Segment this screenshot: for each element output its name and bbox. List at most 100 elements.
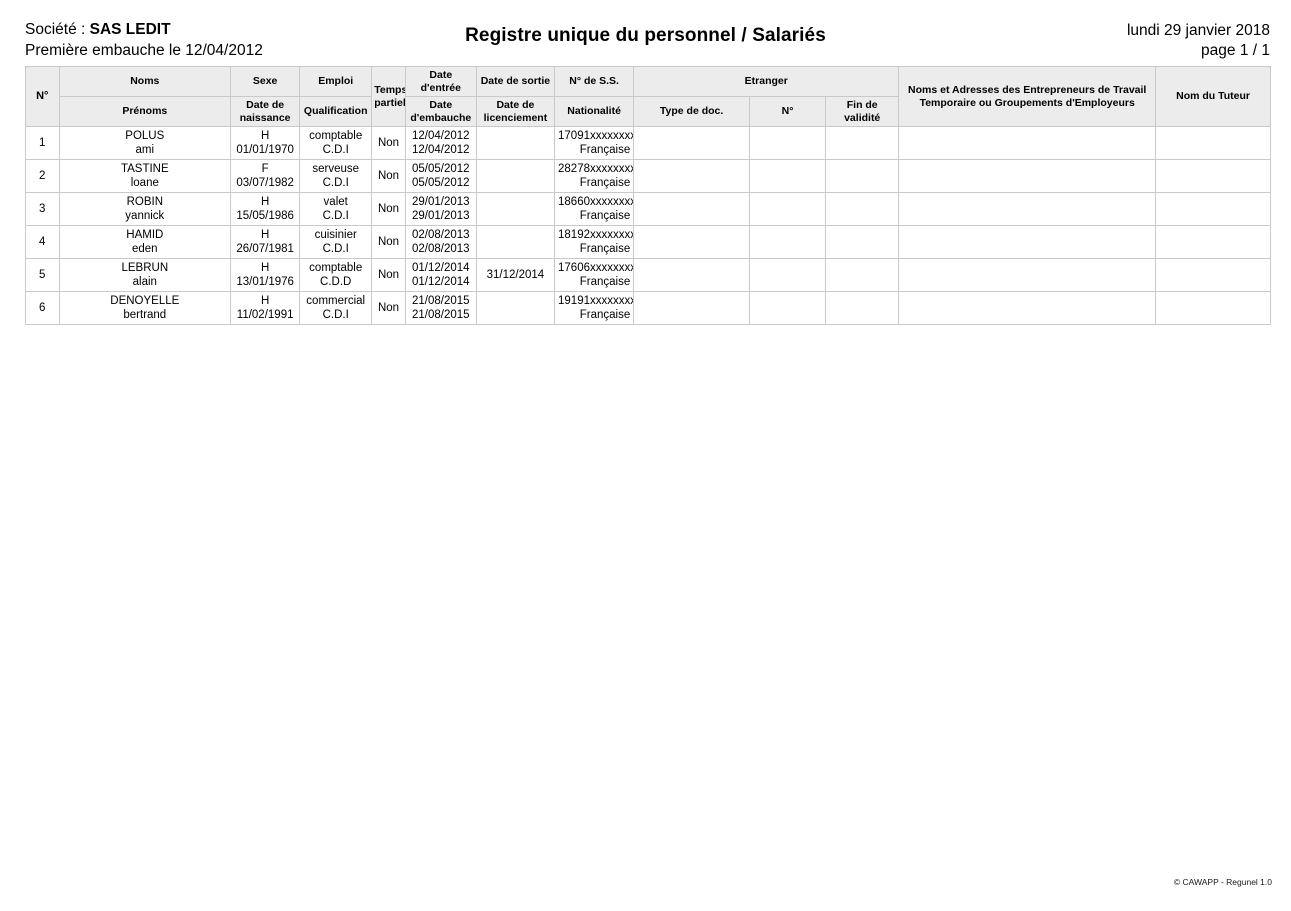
cell-entrepreneurs xyxy=(898,225,1157,259)
cell-sexe-naissance: H 01/01/1970 xyxy=(230,126,301,160)
cell-entrepreneurs xyxy=(898,291,1157,325)
cell-ss-nationalite-primary: 17091xxxxxxxx xyxy=(558,129,634,142)
cell-etranger-num xyxy=(748,159,827,193)
cell-ss-nationalite-secondary: Française xyxy=(579,210,631,222)
cell-ss-nationalite: 18192xxxxxxxx Française xyxy=(554,225,635,259)
cell-sexe-naissance-primary: H xyxy=(260,129,270,142)
page-meta: lundi 29 janvier 2018 page 1 / 1 xyxy=(1127,21,1270,61)
cell-sexe-naissance: H 15/05/1986 xyxy=(230,192,301,226)
cell-sexe-naissance: F 03/07/1982 xyxy=(230,159,301,193)
cell-nom-prenom: TASTINE loane xyxy=(58,159,232,193)
cell-date-entree-embauche-primary: 21/08/2015 xyxy=(412,294,470,307)
cell-ss-nationalite-primary: 17606xxxxxxxx xyxy=(558,261,634,274)
footer-copyright: © CAWAPP - Regunel 1.0 xyxy=(1173,877,1272,887)
cell-emploi-qualification: commercial C.D.I xyxy=(299,291,373,325)
cell-ss-nationalite: 17091xxxxxxxx Française xyxy=(554,126,635,160)
col-header-num: N° xyxy=(25,66,60,127)
cell-sexe-naissance-secondary: 15/05/1986 xyxy=(236,210,294,222)
cell-nom-prenom-secondary: ami xyxy=(135,144,155,156)
cell-entrepreneurs xyxy=(898,192,1157,226)
col-header-qualification: Qualification xyxy=(299,96,373,127)
cell-sexe-naissance-primary: H xyxy=(260,228,270,241)
cell-nom-prenom-secondary: loane xyxy=(130,177,159,189)
cell-nom-prenom-secondary: alain xyxy=(132,276,157,288)
cell-date-entree-embauche-secondary: 05/05/2012 xyxy=(412,177,470,189)
cell-nom-prenom: HAMID eden xyxy=(58,225,232,259)
col-header-etranger: Etranger xyxy=(633,66,900,97)
cell-nom-prenom: DENOYELLE bertrand xyxy=(58,291,232,325)
cell-fin-validite xyxy=(825,126,900,160)
cell-nom-prenom: POLUS ami xyxy=(58,126,232,160)
cell-emploi-qualification-secondary: C.D.I xyxy=(322,144,349,156)
row-number: 5 xyxy=(25,258,60,292)
cell-ss-nationalite-secondary: Française xyxy=(579,144,631,156)
cell-sexe-naissance: H 26/07/1981 xyxy=(230,225,301,259)
cell-emploi-qualification-primary: cuisinier xyxy=(314,228,357,241)
cell-sexe-naissance-primary: F xyxy=(261,162,269,175)
cell-date-entree-embauche-primary: 01/12/2014 xyxy=(412,261,470,274)
cell-emploi-qualification: valet C.D.I xyxy=(299,192,373,226)
cell-ss-nationalite-primary: 18192xxxxxxxx xyxy=(558,228,634,241)
col-header-num-ss: N° de S.S. xyxy=(554,66,635,97)
row-number: 3 xyxy=(25,192,60,226)
cell-type-doc xyxy=(633,126,750,160)
cell-sexe-naissance: H 13/01/1976 xyxy=(230,258,301,292)
table-row: 1 POLUS ami H 01/01/1970 comptable C.D.I Non 12/… xyxy=(25,126,1271,160)
cell-date-entree-embauche-primary: 29/01/2013 xyxy=(412,195,470,208)
page-header: Société : SAS LEDIT Première embauche le… xyxy=(0,0,1291,62)
col-header-date-embauche: Date d'embauche xyxy=(404,96,477,127)
cell-nom-prenom-primary: TASTINE xyxy=(120,162,169,175)
cell-etranger-num xyxy=(748,258,827,292)
cell-temps-partiel: Non xyxy=(371,126,406,160)
cell-emploi-qualification-primary: comptable xyxy=(309,129,363,142)
cell-emploi-qualification-primary: valet xyxy=(323,195,348,208)
cell-tuteur xyxy=(1155,126,1271,160)
cell-date-entree-embauche-secondary: 02/08/2013 xyxy=(412,243,470,255)
cell-nom-prenom-secondary: yannick xyxy=(125,210,165,222)
col-header-etranger-num: N° xyxy=(748,96,827,127)
cell-fin-validite xyxy=(825,159,900,193)
col-header-emploi: Emploi xyxy=(299,66,373,97)
cell-date-entree-embauche: 12/04/2012 12/04/2012 xyxy=(404,126,477,160)
cell-date-sortie-licenciement-primary: 31/12/2014 xyxy=(486,268,545,281)
cell-ss-nationalite: 18660xxxxxxxx Française xyxy=(554,192,635,226)
cell-emploi-qualification-primary: serveuse xyxy=(312,162,360,175)
cell-ss-nationalite-primary: 19191xxxxxxxx xyxy=(558,294,634,307)
table-row: 2 TASTINE loane F 03/07/1982 serveuse C.D.I Non… xyxy=(25,159,1271,193)
table-row: 4 HAMID eden H 26/07/1981 cuisinier C.D.I Non 02… xyxy=(25,225,1271,259)
col-header-entrepreneurs: Noms et Adresses des Entrepreneurs de Tr… xyxy=(898,66,1157,127)
cell-ss-nationalite-secondary: Française xyxy=(579,309,631,321)
cell-date-sortie-licenciement xyxy=(475,126,556,160)
cell-temps-partiel: Non xyxy=(371,192,406,226)
table-head: N° Noms Sexe Emploi Temps partiel Date d… xyxy=(25,66,1271,127)
cell-date-sortie-licenciement xyxy=(475,291,556,325)
row-number: 6 xyxy=(25,291,60,325)
cell-entrepreneurs xyxy=(898,126,1157,160)
cell-ss-nationalite-primary: 28278xxxxxxxx xyxy=(558,162,634,175)
cell-nom-prenom-primary: ROBIN xyxy=(126,195,164,208)
cell-nom-prenom-secondary: eden xyxy=(132,243,158,255)
cell-tuteur xyxy=(1155,258,1271,292)
cell-date-entree-embauche: 05/05/2012 05/05/2012 xyxy=(404,159,477,193)
register-table-container: N° Noms Sexe Emploi Temps partiel Date d… xyxy=(25,66,1271,325)
cell-sexe-naissance-secondary: 13/01/1976 xyxy=(236,276,294,288)
cell-emploi-qualification: serveuse C.D.I xyxy=(299,159,373,193)
cell-etranger-num xyxy=(748,225,827,259)
col-header-type-doc: Type de doc. xyxy=(633,96,750,127)
col-header-date-entree: Date d'entrée xyxy=(404,66,477,97)
cell-type-doc xyxy=(633,159,750,193)
row-number: 4 xyxy=(25,225,60,259)
print-date: lundi 29 janvier 2018 xyxy=(1126,22,1270,39)
cell-temps-partiel: Non xyxy=(371,225,406,259)
table-row: 3 ROBIN yannick H 15/05/1986 valet C.D.I Non 29/… xyxy=(25,192,1271,226)
cell-nom-prenom-primary: DENOYELLE xyxy=(110,294,180,307)
col-header-sexe: Sexe xyxy=(230,66,301,97)
cell-sexe-naissance-secondary: 26/07/1981 xyxy=(236,243,294,255)
col-header-temps-partiel: Temps partiel xyxy=(371,66,406,127)
cell-emploi-qualification: comptable C.D.D xyxy=(299,258,373,292)
cell-sexe-naissance-secondary: 03/07/1982 xyxy=(236,177,294,189)
cell-emploi-qualification: cuisinier C.D.I xyxy=(299,225,373,259)
cell-type-doc xyxy=(633,258,750,292)
cell-ss-nationalite-secondary: Française xyxy=(579,276,631,288)
cell-temps-partiel: Non xyxy=(371,159,406,193)
